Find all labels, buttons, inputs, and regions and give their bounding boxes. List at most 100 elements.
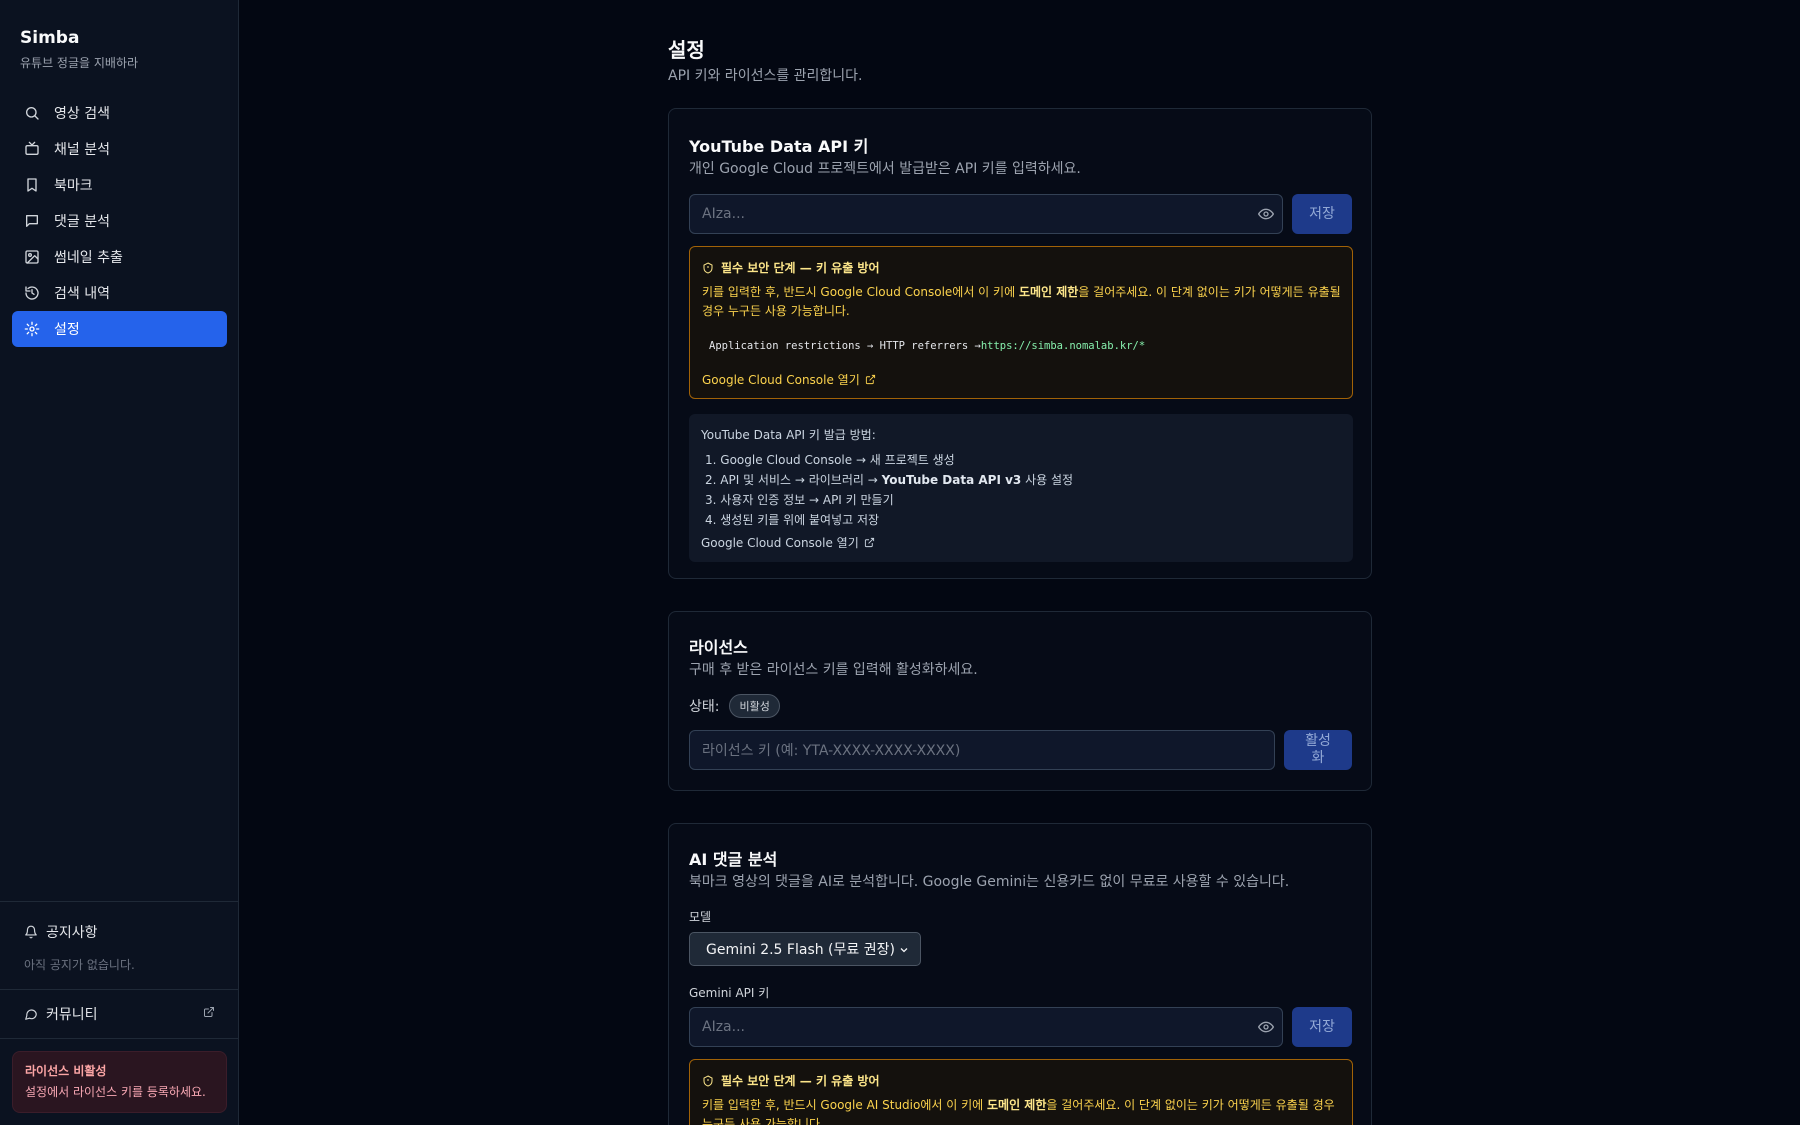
brand: Simba 유튜브 정글을 지배하라: [20, 28, 138, 71]
notice-empty-text: 아직 공지가 없습니다.: [24, 957, 135, 972]
eye-icon[interactable]: [1257, 1019, 1275, 1035]
external-link-icon: [864, 537, 874, 548]
input-placeholder: AIza...: [702, 206, 745, 222]
model-label: 모델: [689, 910, 712, 924]
code-url: https://simba.nomalab.kr/*: [980, 340, 1146, 352]
gear-icon: [24, 321, 40, 337]
gemini-api-key-input[interactable]: AIza...: [689, 1007, 1283, 1047]
chevron-down-icon: [898, 944, 910, 960]
status-badge: 비활성: [729, 694, 780, 718]
license-card-description: 구매 후 받은 라이선스 키를 입력해 활성화하세요.: [689, 662, 978, 678]
step-part: 사용 설정: [1021, 473, 1074, 487]
license-key-input[interactable]: 라이선스 키 (예: YTA-XXXX-XXXX-XXXX): [689, 730, 1275, 770]
howto-step: 2. API 및 서비스 → 라이브러리 → YouTube Data API …: [705, 470, 1073, 490]
sidebar-item-label: 영상 검색: [54, 106, 110, 122]
restriction-code: Application restrictions → HTTP referrer…: [702, 335, 1342, 357]
gemini-save-button[interactable]: 저장: [1292, 1007, 1352, 1047]
youtube-api-key-input[interactable]: AIza...: [689, 194, 1283, 234]
sidebar-footer: 공지사항 아직 공지가 없습니다. 커뮤니티 라이선스 비활성 설정에서 라이선…: [0, 900, 239, 1125]
youtube-security-warning: 필수 보안 단계 — 키 유출 방어 키를 입력한 후, 반드시 Google …: [689, 246, 1353, 399]
page-title: 설정: [668, 38, 705, 62]
license-warning[interactable]: 라이선스 비활성 설정에서 라이선스 키를 등록하세요.: [12, 1050, 227, 1113]
notice-section: 공지사항 아직 공지가 없습니다.: [0, 900, 239, 973]
notice-title: 공지사항: [46, 924, 98, 941]
community-section: 커뮤니티: [0, 988, 239, 1038]
brand-tagline: 유튜브 정글을 지배하라: [20, 56, 139, 70]
warning-title: 필수 보안 단계 — 키 유출 방어: [721, 261, 880, 275]
tv-icon: [24, 141, 40, 157]
license-warning-section: 라이선스 비활성 설정에서 라이선스 키를 등록하세요.: [0, 1037, 239, 1113]
step-part: 2. API 및 서비스 → 라이브러리 →: [705, 473, 882, 487]
howto-step: 4. 생성된 키를 위에 붙여넣고 저장: [705, 513, 880, 527]
warning-text-part: 키를 입력한 후, 반드시 Google Cloud Console에서 이 키…: [702, 285, 1019, 299]
sidebar-item-settings[interactable]: 설정: [12, 311, 227, 347]
search-icon: [24, 105, 40, 121]
brand-title[interactable]: Simba: [20, 28, 138, 48]
eye-icon[interactable]: [1257, 206, 1275, 222]
sidebar-item-label: 썸네일 추출: [54, 250, 123, 266]
license-warning-title: 라이선스 비활성: [25, 1063, 107, 1078]
warning-text: 키를 입력한 후, 반드시 Google Cloud Console에서 이 키…: [702, 283, 1342, 320]
link-label: Google Cloud Console 열기: [701, 536, 859, 550]
warning-header: 필수 보안 단계 — 키 유출 방어: [702, 1072, 880, 1089]
howto-steps: 1. Google Cloud Console → 새 프로젝트 생성 2. A…: [705, 450, 1073, 530]
model-select[interactable]: Gemini 2.5 Flash (무료 권장): [689, 932, 921, 966]
community-link[interactable]: 커뮤니티: [24, 990, 215, 1038]
howto-step: 3. 사용자 인증 정보 → API 키 만들기: [705, 493, 894, 507]
sidebar-item-comment-analysis[interactable]: 댓글 분석: [12, 203, 227, 239]
sidebar-item-video-search[interactable]: 영상 검색: [12, 95, 227, 131]
sidebar-item-label: 댓글 분석: [54, 214, 110, 230]
status-label: 상태:: [689, 699, 720, 715]
community-label: 커뮤니티: [46, 1006, 98, 1023]
bell-icon: [25, 925, 37, 939]
warning-text-bold: 도메인 제한: [987, 1098, 1047, 1112]
code-prefix: Application restrictions → HTTP referrer…: [709, 340, 981, 352]
ai-card-description: 북마크 영상의 댓글을 AI로 분석합니다. Google Gemini는 신용…: [689, 874, 1290, 890]
warning-title: 필수 보안 단계 — 키 유출 방어: [721, 1074, 880, 1088]
button-label-line: 활성: [1305, 733, 1331, 750]
image-icon: [24, 249, 40, 265]
message-circle-icon: [25, 1009, 37, 1020]
shield-alert-icon: [703, 1074, 713, 1087]
sidebar-item-bookmarks[interactable]: 북마크: [12, 167, 227, 203]
sidebar-item-label: 북마크: [54, 178, 93, 194]
sidebar-item-search-history[interactable]: 검색 내역: [12, 275, 227, 311]
ai-analysis-card: AI 댓글 분석 북마크 영상의 댓글을 AI로 분석합니다. Google G…: [668, 823, 1372, 1125]
youtube-card-title: YouTube Data API 키: [689, 137, 869, 156]
youtube-card-description: 개인 Google Cloud 프로젝트에서 발급받은 API 키를 입력하세요…: [689, 161, 1081, 177]
google-cloud-console-link[interactable]: Google Cloud Console 열기: [702, 371, 876, 388]
howto-console-link[interactable]: Google Cloud Console 열기: [701, 534, 875, 551]
youtube-save-button[interactable]: 저장: [1292, 194, 1352, 234]
howto-step: 1. Google Cloud Console → 새 프로젝트 생성: [705, 453, 955, 467]
license-warning-text: 설정에서 라이선스 키를 등록하세요.: [25, 1084, 206, 1099]
input-placeholder: AIza...: [702, 1019, 745, 1035]
license-card: 라이선스 구매 후 받은 라이선스 키를 입력해 활성화하세요. 상태: 비활성…: [668, 611, 1372, 791]
sidebar-item-thumbnail-extract[interactable]: 썸네일 추출: [12, 239, 227, 275]
api-key-howto: YouTube Data API 키 발급 방법: 1. Google Clou…: [689, 414, 1353, 562]
sidebar-item-label: 검색 내역: [54, 286, 110, 302]
sidebar-item-channel-analysis[interactable]: 채널 분석: [12, 131, 227, 167]
warning-header: 필수 보안 단계 — 키 유출 방어: [702, 259, 880, 276]
sidebar-item-label: 설정: [54, 322, 80, 338]
youtube-api-card: YouTube Data API 키 개인 Google Cloud 프로젝트에…: [668, 108, 1372, 579]
bookmark-icon: [24, 177, 40, 193]
message-icon: [24, 213, 40, 229]
model-selected-value: Gemini 2.5 Flash (무료 권장): [706, 942, 895, 958]
gemini-key-label: Gemini API 키: [689, 986, 770, 1000]
sidebar: Simba 유튜브 정글을 지배하라 영상 검색 채널 분석 북마크 댓글 분석…: [0, 0, 239, 1125]
sidebar-item-label: 채널 분석: [54, 142, 110, 158]
license-card-title: 라이선스: [689, 638, 748, 657]
sidebar-nav: 영상 검색 채널 분석 북마크 댓글 분석 썸네일 추출 검색 내역 설정: [12, 95, 227, 347]
warning-text-bold: 도메인 제한: [1018, 285, 1079, 299]
input-placeholder: 라이선스 키 (예: YTA-XXXX-XXXX-XXXX): [702, 743, 961, 759]
warning-text: 키를 입력한 후, 반드시 Google AI Studio에서 이 키에 도메…: [702, 1096, 1342, 1125]
button-label-line: 화: [1311, 750, 1325, 766]
external-link-icon: [203, 1006, 215, 1022]
activate-button[interactable]: 활성 화: [1284, 730, 1352, 770]
shield-alert-icon: [703, 261, 713, 274]
page-subtitle: API 키와 라이선스를 관리합니다.: [668, 68, 863, 84]
notice-header[interactable]: 공지사항: [24, 918, 215, 946]
license-status: 상태: 비활성: [689, 694, 780, 718]
ai-card-title: AI 댓글 분석: [689, 850, 778, 869]
warning-text-part: 키를 입력한 후, 반드시 Google AI Studio에서 이 키에: [702, 1098, 987, 1112]
